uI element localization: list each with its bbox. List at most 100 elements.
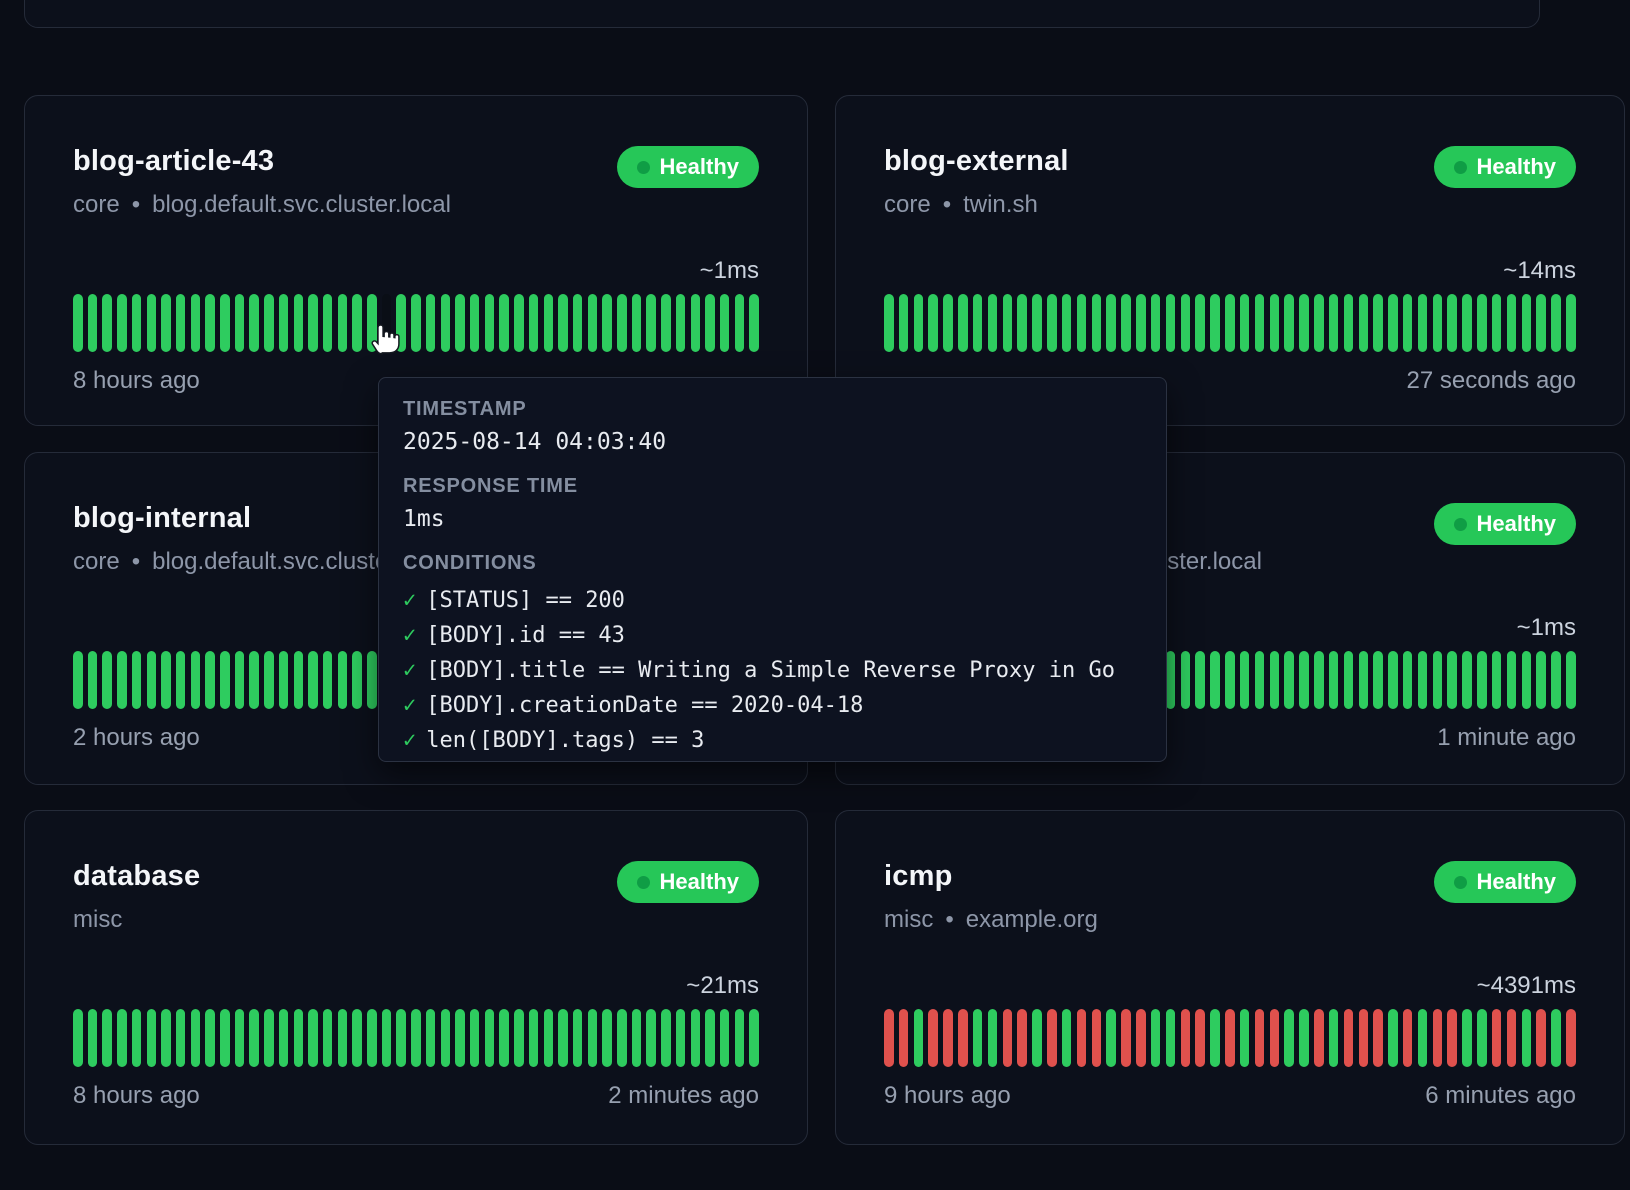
uptime-bar[interactable] <box>73 1009 83 1067</box>
uptime-bar[interactable] <box>943 1009 953 1067</box>
uptime-bar[interactable] <box>544 294 554 352</box>
uptime-bar[interactable] <box>352 651 362 709</box>
uptime-bar[interactable] <box>1329 651 1339 709</box>
uptime-bar[interactable] <box>1314 651 1324 709</box>
uptime-bar[interactable] <box>735 1009 745 1067</box>
uptime-bar[interactable] <box>147 1009 157 1067</box>
uptime-bar[interactable] <box>646 1009 656 1067</box>
uptime-bar[interactable] <box>1462 1009 1472 1067</box>
uptime-bar[interactable] <box>338 294 348 352</box>
uptime-bar[interactable] <box>1536 651 1546 709</box>
uptime-bar[interactable] <box>1210 1009 1220 1067</box>
uptime-bar[interactable] <box>1166 651 1176 709</box>
uptime-bar[interactable] <box>1447 1009 1457 1067</box>
uptime-bar[interactable] <box>529 294 539 352</box>
uptime-bar[interactable] <box>205 651 215 709</box>
uptime-bar[interactable] <box>441 1009 451 1067</box>
uptime-bar[interactable] <box>1210 294 1220 352</box>
uptime-bar[interactable] <box>470 294 480 352</box>
uptime-bar[interactable] <box>1492 1009 1502 1067</box>
uptime-bar[interactable] <box>1181 1009 1191 1067</box>
uptime-bar[interactable] <box>661 1009 671 1067</box>
uptime-bar[interactable] <box>279 294 289 352</box>
uptime-bar[interactable] <box>220 294 230 352</box>
uptime-bar[interactable] <box>749 294 759 352</box>
uptime-bar[interactable] <box>1284 1009 1294 1067</box>
uptime-bar[interactable] <box>161 294 171 352</box>
uptime-bar[interactable] <box>1225 1009 1235 1067</box>
uptime-bar[interactable] <box>1492 294 1502 352</box>
uptime-bar[interactable] <box>514 294 524 352</box>
uptime-bar[interactable] <box>1403 1009 1413 1067</box>
uptime-bar[interactable] <box>1195 294 1205 352</box>
uptime-bar[interactable] <box>1270 294 1280 352</box>
uptime-bar[interactable] <box>352 294 362 352</box>
uptime-bar[interactable] <box>928 294 938 352</box>
uptime-bar[interactable] <box>294 1009 304 1067</box>
uptime-bar[interactable] <box>117 1009 127 1067</box>
uptime-bar[interactable] <box>1418 294 1428 352</box>
uptime-bar[interactable] <box>1003 294 1013 352</box>
uptime-bar[interactable] <box>441 294 451 352</box>
uptime-bar[interactable] <box>1314 294 1324 352</box>
uptime-bar[interactable] <box>1136 294 1146 352</box>
uptime-bar[interactable] <box>1032 294 1042 352</box>
uptime-bar[interactable] <box>279 1009 289 1067</box>
uptime-bar[interactable] <box>1536 1009 1546 1067</box>
uptime-bar[interactable] <box>426 294 436 352</box>
uptime-bar[interactable] <box>1299 1009 1309 1067</box>
uptime-bar[interactable] <box>1181 651 1191 709</box>
uptime-bar[interactable] <box>102 1009 112 1067</box>
uptime-bar[interactable] <box>249 651 259 709</box>
uptime-bar[interactable] <box>899 294 909 352</box>
uptime-bar[interactable] <box>676 294 686 352</box>
uptime-bar[interactable] <box>249 1009 259 1067</box>
uptime-bar[interactable] <box>1433 294 1443 352</box>
uptime-bar[interactable] <box>176 294 186 352</box>
uptime-bar[interactable] <box>914 1009 924 1067</box>
uptime-bar[interactable] <box>691 1009 701 1067</box>
uptime-bar[interactable] <box>1195 1009 1205 1067</box>
uptime-bar[interactable] <box>735 294 745 352</box>
uptime-bar[interactable] <box>1047 1009 1057 1067</box>
uptime-bar[interactable] <box>323 294 333 352</box>
uptime-bar[interactable] <box>1388 294 1398 352</box>
uptime-bar[interactable] <box>661 294 671 352</box>
uptime-bar[interactable] <box>558 1009 568 1067</box>
uptime-bar[interactable] <box>602 1009 612 1067</box>
uptime-bar[interactable] <box>102 651 112 709</box>
uptime-bar[interactable] <box>1255 651 1265 709</box>
uptime-bar[interactable] <box>558 294 568 352</box>
uptime-bar[interactable] <box>1359 294 1369 352</box>
uptime-bar[interactable] <box>161 651 171 709</box>
uptime-bar[interactable] <box>988 1009 998 1067</box>
uptime-bar[interactable] <box>602 294 612 352</box>
uptime-bar[interactable] <box>1181 294 1191 352</box>
uptime-bar[interactable] <box>1522 294 1532 352</box>
uptime-bar[interactable] <box>1121 1009 1131 1067</box>
uptime-bar[interactable] <box>1373 1009 1383 1067</box>
uptime-bar[interactable] <box>1462 294 1472 352</box>
uptime-bar[interactable] <box>720 294 730 352</box>
uptime-bar[interactable] <box>73 294 83 352</box>
uptime-bar[interactable] <box>1284 294 1294 352</box>
uptime-bar[interactable] <box>1270 1009 1280 1067</box>
uptime-bar[interactable] <box>485 294 495 352</box>
uptime-bar[interactable] <box>928 1009 938 1067</box>
uptime-bar[interactable] <box>338 651 348 709</box>
uptime-bar[interactable] <box>1284 651 1294 709</box>
uptime-bar[interactable] <box>884 1009 894 1067</box>
uptime-bar[interactable] <box>914 294 924 352</box>
uptime-bar[interactable] <box>1344 294 1354 352</box>
uptime-bar[interactable] <box>1388 651 1398 709</box>
service-card-icmp[interactable]: icmp misc • example.org Healthy ~4391ms … <box>835 810 1625 1145</box>
uptime-bar[interactable] <box>323 1009 333 1067</box>
uptime-bar[interactable] <box>1299 651 1309 709</box>
uptime-bar[interactable] <box>1003 1009 1013 1067</box>
uptime-bar[interactable] <box>132 651 142 709</box>
uptime-bar[interactable] <box>1077 294 1087 352</box>
uptime-bar[interactable] <box>1566 651 1576 709</box>
uptime-bar[interactable] <box>958 294 968 352</box>
uptime-bar[interactable] <box>1225 651 1235 709</box>
uptime-bar[interactable] <box>235 1009 245 1067</box>
